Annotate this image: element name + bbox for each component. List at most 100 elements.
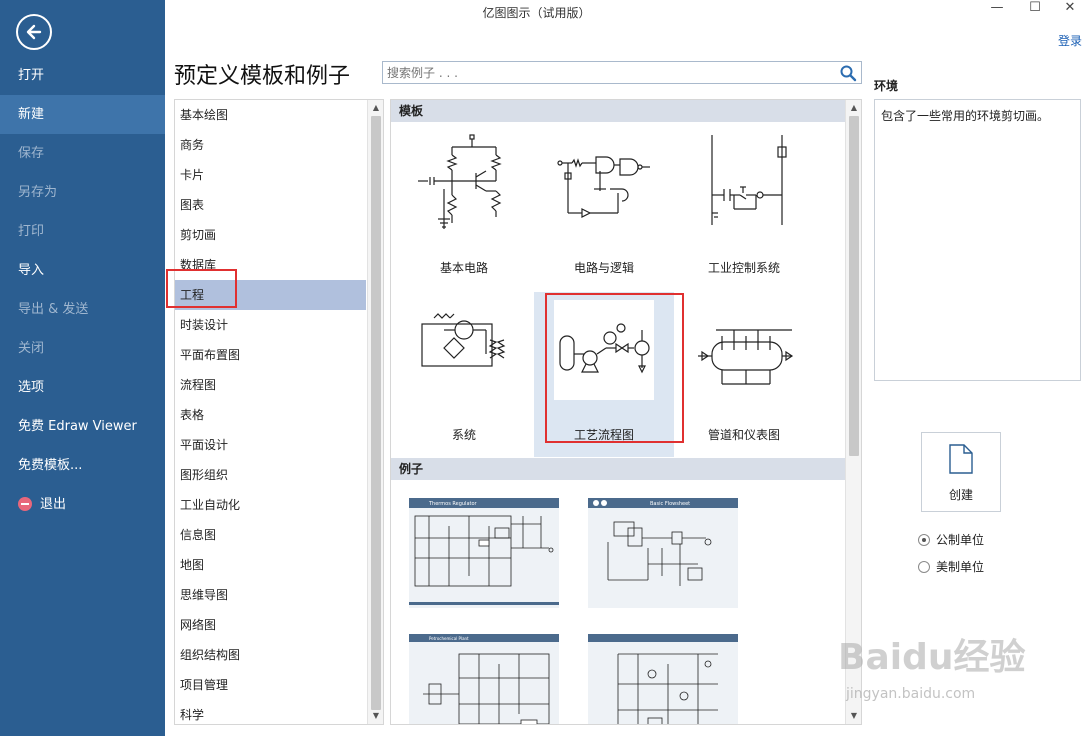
examples-section-header: 例子 bbox=[391, 458, 846, 480]
radio-checked-icon[interactable] bbox=[918, 533, 930, 546]
category-item[interactable]: 剪切画 bbox=[175, 220, 366, 250]
category-item[interactable]: 平面布置图 bbox=[175, 340, 366, 370]
menu-save-label: 保存 bbox=[18, 146, 45, 161]
category-item[interactable]: 思维导图 bbox=[175, 580, 366, 610]
templates-section-header: 模板 bbox=[391, 100, 846, 122]
category-item[interactable]: 卡片 bbox=[175, 160, 366, 190]
menu-save[interactable]: 保存 bbox=[0, 134, 165, 173]
template-label: 系统 bbox=[451, 428, 476, 442]
scroll-down-icon[interactable]: ▼ bbox=[370, 710, 382, 722]
menu-new-label: 新建 bbox=[18, 107, 45, 122]
file-menu: 打开 新建 保存 另存为 打印 导入 导出 & 发送 关闭 选项 免费 Edra… bbox=[0, 56, 165, 524]
system-thumbnail bbox=[414, 300, 514, 400]
example-diagram-image bbox=[588, 634, 738, 724]
category-item-selected[interactable]: 工程 bbox=[175, 280, 366, 310]
category-item[interactable]: 工业自动化 bbox=[175, 490, 366, 520]
page-title: 预定义模板和例子 bbox=[174, 64, 351, 89]
scroll-down-icon[interactable]: ▼ bbox=[848, 710, 860, 722]
gallery-scrollbar[interactable]: ▲ ▼ bbox=[845, 100, 861, 724]
example-title: Basic Flowsheet bbox=[650, 501, 690, 507]
scroll-up-icon[interactable]: ▲ bbox=[370, 102, 382, 114]
template-label: 工艺流程图 bbox=[573, 428, 634, 442]
template-label: 管道和仪表图 bbox=[707, 428, 780, 442]
category-item[interactable]: 图表 bbox=[175, 190, 366, 220]
menu-exit[interactable]: 退出 bbox=[0, 485, 165, 524]
menu-close-label: 关闭 bbox=[18, 341, 45, 356]
exit-icon bbox=[18, 496, 32, 511]
example-title: Petrochemical Plant bbox=[429, 636, 469, 641]
menu-print[interactable]: 打印 bbox=[0, 212, 165, 251]
basic-circuit-icon bbox=[418, 134, 502, 229]
search-icon[interactable] bbox=[839, 64, 857, 82]
menu-free-templates-label: 免费模板... bbox=[18, 458, 83, 473]
example-thumbnail[interactable] bbox=[588, 634, 738, 724]
template-tile[interactable]: 工业控制系统 bbox=[674, 125, 814, 290]
scroll-thumb[interactable] bbox=[371, 116, 381, 710]
category-item[interactable]: 表格 bbox=[175, 400, 366, 430]
menu-export-send[interactable]: 导出 & 发送 bbox=[0, 290, 165, 329]
us-units-option[interactable]: 美制单位 bbox=[918, 559, 984, 575]
app-window: 打开 新建 保存 另存为 打印 导入 导出 & 发送 关闭 选项 免费 Edra… bbox=[0, 0, 1088, 736]
category-item[interactable]: 数据库 bbox=[175, 250, 366, 280]
detail-description: 包含了一些常用的环境剪切画。 bbox=[874, 99, 1081, 381]
title-bar: 亿图图示（试用版） — ☐ ✕ bbox=[165, 0, 1088, 26]
document-icon bbox=[949, 444, 973, 474]
template-tile[interactable]: 系统 bbox=[394, 292, 534, 457]
metric-units-option[interactable]: 公制单位 bbox=[918, 532, 984, 548]
template-tile[interactable]: 电路与逻辑 bbox=[534, 125, 674, 290]
menu-export-send-label: 导出 & 发送 bbox=[18, 302, 89, 317]
menu-options[interactable]: 选项 bbox=[0, 368, 165, 407]
create-button[interactable]: 创建 bbox=[921, 432, 1001, 512]
scroll-up-icon[interactable]: ▲ bbox=[848, 102, 860, 114]
category-item[interactable]: 地图 bbox=[175, 550, 366, 580]
scroll-thumb[interactable] bbox=[849, 116, 859, 456]
category-item[interactable]: 项目管理 bbox=[175, 670, 366, 700]
menu-new[interactable]: 新建 bbox=[0, 95, 165, 134]
arrow-left-icon bbox=[26, 24, 42, 40]
category-item[interactable]: 组织结构图 bbox=[175, 640, 366, 670]
template-label: 工业控制系统 bbox=[707, 261, 780, 275]
category-scrollbar[interactable]: ▲ ▼ bbox=[367, 100, 383, 724]
category-item[interactable]: 商务 bbox=[175, 130, 366, 160]
menu-options-label: 选项 bbox=[18, 380, 45, 395]
menu-print-label: 打印 bbox=[18, 224, 45, 239]
category-item[interactable]: 网络图 bbox=[175, 610, 366, 640]
template-tile-selected[interactable]: 工艺流程图 bbox=[534, 292, 674, 457]
menu-free-viewer[interactable]: 免费 Edraw Viewer bbox=[0, 407, 165, 446]
menu-import[interactable]: 导入 bbox=[0, 251, 165, 290]
category-item[interactable]: 平面设计 bbox=[175, 430, 366, 460]
menu-free-templates[interactable]: 免费模板... bbox=[0, 446, 165, 485]
piping-thumbnail bbox=[694, 300, 794, 400]
menu-import-label: 导入 bbox=[18, 263, 45, 278]
category-item[interactable]: 图形组织 bbox=[175, 460, 366, 490]
category-item[interactable]: 信息图 bbox=[175, 520, 366, 550]
radio-unchecked-icon[interactable] bbox=[918, 560, 930, 573]
search-box bbox=[382, 61, 862, 84]
category-item[interactable]: 基本绘图 bbox=[175, 100, 366, 130]
template-tile[interactable]: 基本电路 bbox=[394, 125, 534, 290]
file-sidebar: 打开 新建 保存 另存为 打印 导入 导出 & 发送 关闭 选项 免费 Edra… bbox=[0, 0, 165, 736]
minimize-button[interactable]: — bbox=[979, 0, 1015, 20]
back-button[interactable] bbox=[16, 14, 52, 50]
piping-instrument-icon bbox=[698, 329, 794, 385]
template-tile[interactable]: 管道和仪表图 bbox=[674, 292, 814, 457]
login-link[interactable]: 登录 bbox=[1058, 32, 1082, 49]
template-label: 基本电路 bbox=[439, 261, 488, 275]
category-item[interactable]: 流程图 bbox=[175, 370, 366, 400]
menu-close[interactable]: 关闭 bbox=[0, 329, 165, 368]
category-item[interactable]: 时装设计 bbox=[175, 310, 366, 340]
example-title: Thermos Regulator bbox=[428, 501, 478, 507]
example-thumbnail[interactable]: Basic Flowsheet bbox=[588, 498, 738, 608]
logic-gate-icon bbox=[557, 156, 650, 218]
example-thumbnail[interactable]: Thermos Regulator bbox=[409, 498, 559, 608]
process-flow-thumbnail bbox=[554, 300, 654, 400]
example-thumbnail[interactable]: Petrochemical Plant bbox=[409, 634, 559, 724]
example-diagram-image: Basic Flowsheet bbox=[588, 498, 738, 586]
menu-save-as[interactable]: 另存为 bbox=[0, 173, 165, 212]
close-button[interactable]: ✕ bbox=[1052, 0, 1088, 20]
circuit-thumbnail bbox=[414, 133, 514, 233]
maximize-button[interactable]: ☐ bbox=[1017, 0, 1053, 20]
menu-open[interactable]: 打开 bbox=[0, 56, 165, 95]
category-item[interactable]: 科学 bbox=[175, 700, 366, 724]
search-input[interactable] bbox=[383, 62, 823, 83]
